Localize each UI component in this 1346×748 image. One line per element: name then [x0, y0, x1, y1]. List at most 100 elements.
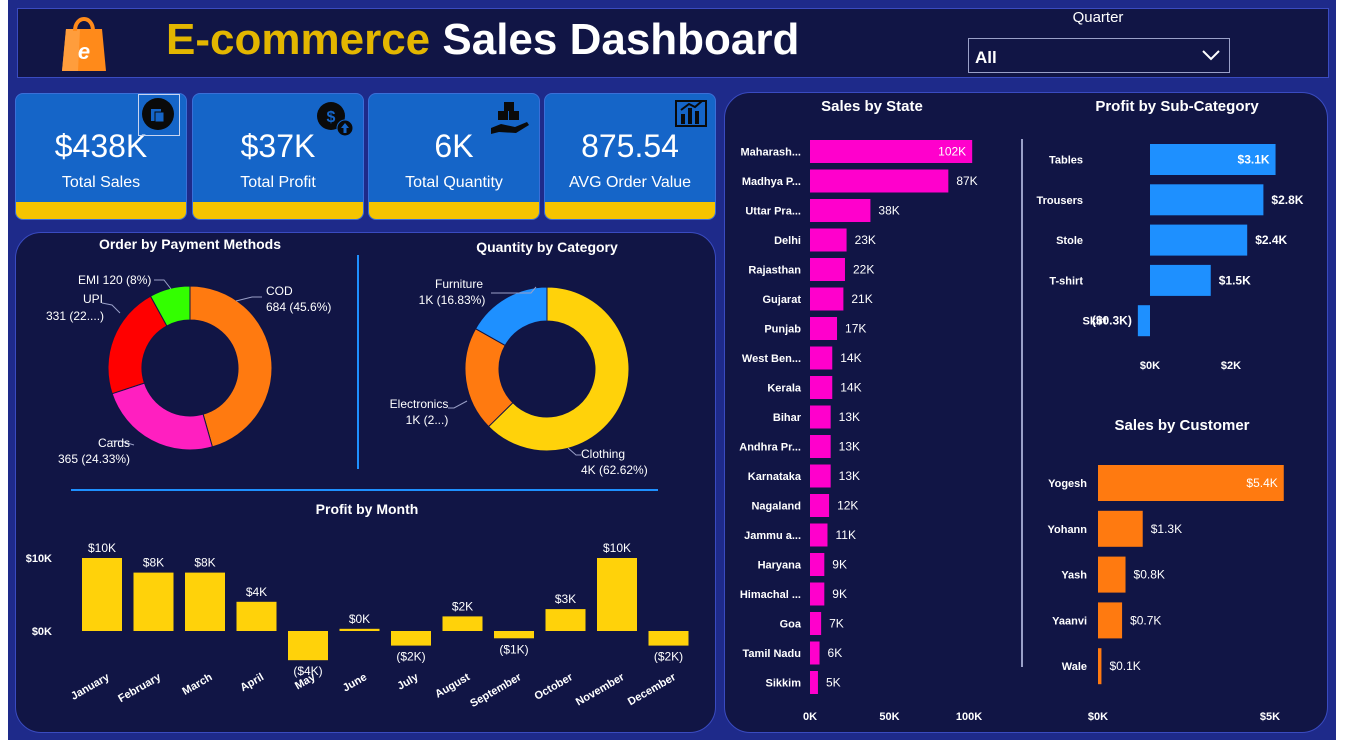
month-x-tick-label: June	[341, 671, 369, 694]
customer-y-tick-label: Yaanvi	[1052, 615, 1087, 627]
subcategory-data-label: ($0.3K)	[1092, 314, 1132, 328]
state-bar	[810, 494, 830, 517]
title-part-2: Sales Dashboard	[442, 15, 800, 64]
state-bar	[810, 199, 871, 222]
state-y-tick-label: Goa	[780, 619, 802, 631]
month-data-label: $8K	[194, 556, 215, 570]
month-data-label: $4K	[246, 585, 267, 599]
kpi-card-avg-order-value[interactable]: 875.54 AVG Order Value	[544, 93, 716, 220]
chevron-down-icon[interactable]	[1199, 43, 1223, 67]
subcategory-bar	[1150, 224, 1248, 256]
state-y-tick-label: Delhi	[774, 235, 801, 247]
customer-data-label: $0.8K	[1134, 568, 1165, 582]
customer-bar	[1098, 510, 1143, 547]
quarter-filter-label: Quarter	[1072, 9, 1124, 26]
customer-x-tick-label: $0K	[1088, 711, 1108, 723]
category-label-clothing-name: Clothing	[581, 447, 625, 461]
customer-data-label: $0.7K	[1130, 613, 1161, 627]
month-x-tick-label: October	[532, 671, 575, 703]
kpi-label: AVG Order Value	[568, 174, 692, 191]
state-y-tick-label: Bihar	[773, 412, 802, 424]
kpi-accent-bar	[16, 202, 186, 219]
state-x-tick-label: 100K	[956, 711, 982, 723]
month-bar	[648, 631, 689, 646]
state-y-tick-label: Uttar Pra...	[745, 206, 801, 218]
svg-text:$: $	[327, 109, 336, 126]
category-label-furniture-name: Furniture	[435, 277, 483, 291]
kpi-card-total-sales[interactable]: $438K Total Sales	[15, 93, 187, 220]
kpi-label: Total Profit	[240, 174, 316, 191]
month-x-tick-label: January	[69, 671, 112, 703]
month-bar	[442, 616, 483, 631]
month-data-label: $8K	[143, 556, 164, 570]
customer-data-label: $1.3K	[1151, 522, 1182, 536]
month-bar	[391, 631, 431, 646]
customer-bar	[1098, 556, 1126, 593]
kpi-accent-bar	[545, 202, 715, 219]
state-y-tick-label: Madhya P...	[742, 176, 801, 188]
payment-label-cod-value: 684 (45.6%)	[266, 300, 331, 314]
payment-label-cards-value: 365 (24.33%)	[58, 452, 130, 466]
month-chart-title: Profit by Month	[316, 501, 419, 517]
customer-chart-title: Sales by Customer	[1114, 417, 1249, 434]
kpi-label: Total Quantity	[405, 174, 503, 191]
state-y-tick-label: Rajasthan	[748, 265, 801, 277]
payment-label-cards-name: Cards	[98, 436, 130, 450]
state-y-tick-label: Karnataka	[748, 471, 802, 483]
kpi-accent-bar	[369, 202, 539, 219]
payment-chart-title: Order by Payment Methods	[99, 236, 281, 252]
upi-leader-line	[101, 302, 121, 314]
month-bar	[185, 572, 225, 631]
dashboard-title: E-commerce Sales Dashboard	[166, 15, 799, 65]
month-data-label: ($1K)	[499, 642, 528, 656]
customer-bar-chart: Yogesh $5.4K Yohann $1.3K Yash $0.8K Yaanvi $0.…	[1047, 465, 1284, 723]
subcategory-y-tick-label: Trousers	[1037, 195, 1083, 207]
quarter-filter-value: All	[975, 48, 997, 67]
subcategory-y-tick-label: T-shirt	[1049, 275, 1083, 287]
state-data-label: 5K	[826, 676, 841, 690]
state-y-tick-label: Maharash...	[740, 147, 801, 159]
kpi-accent-bar	[193, 202, 363, 219]
right-charts-svg: Sales by State Profit by Sub-Category Sa…	[739, 98, 1304, 723]
state-bar	[810, 287, 844, 311]
subcategory-y-tick-label: Tables	[1049, 155, 1083, 167]
customer-y-tick-label: Wale	[1062, 661, 1087, 673]
month-data-label: ($2K)	[654, 650, 683, 664]
state-data-label: 13K	[839, 440, 860, 454]
state-chart-title: Sales by State	[821, 98, 923, 115]
state-y-tick-label: Sikkim	[766, 678, 802, 690]
kpi-card-total-profit[interactable]: $37K Total Profit $	[192, 93, 364, 220]
quarter-filter-select[interactable]: All	[968, 38, 1230, 73]
money-bag-icon: $	[317, 102, 354, 137]
customer-y-tick-label: Yogesh	[1048, 478, 1087, 490]
state-bar	[810, 553, 825, 576]
state-bar-chart: Maharash... 102K Madhya P... 87K Uttar Pra..…	[739, 140, 982, 723]
category-chart-title: Quantity by Category	[476, 239, 618, 255]
subcategory-x-tick-label: $0K	[1140, 360, 1160, 372]
subcategory-x-tick-label: $2K	[1221, 360, 1241, 372]
kpi-card-total-quantity[interactable]: 6K Total Quantity	[368, 93, 540, 220]
category-label-furniture-value: 1K (16.83%)	[419, 293, 486, 307]
category-donut-chart: Furniture 1K (16.83%) Electronics 1K (2...)…	[390, 277, 648, 477]
kpi-label: Total Sales	[61, 174, 141, 191]
month-x-tick-label: July	[395, 671, 421, 693]
subcategory-bar	[1150, 184, 1264, 216]
header-bar: e E-commerce Sales Dashboard Quarter All	[17, 8, 1329, 78]
state-data-label: 87K	[956, 174, 977, 188]
state-bar	[810, 671, 818, 694]
customer-x-tick-label: $5K	[1260, 711, 1280, 723]
state-bar	[810, 641, 820, 665]
state-data-label: 7K	[829, 617, 844, 631]
emi-leader-line	[154, 279, 172, 290]
month-data-label: $10K	[88, 541, 116, 555]
shopping-bag-icon: e	[62, 17, 106, 71]
state-data-label: 12K	[837, 499, 858, 513]
state-x-tick-label: 0K	[803, 711, 817, 723]
state-y-tick-label: Tamil Nadu	[743, 648, 801, 660]
payment-label-emi: EMI 120 (8%)	[78, 273, 151, 287]
clothing-leader-line	[567, 447, 581, 456]
subcategory-bar-chart: Tables $3.1K Trousers $2.8K Stole $2.4K T-shir…	[1037, 144, 1304, 372]
month-x-tick-label: March	[180, 671, 214, 698]
state-bar	[810, 376, 833, 399]
state-bar	[810, 435, 831, 458]
